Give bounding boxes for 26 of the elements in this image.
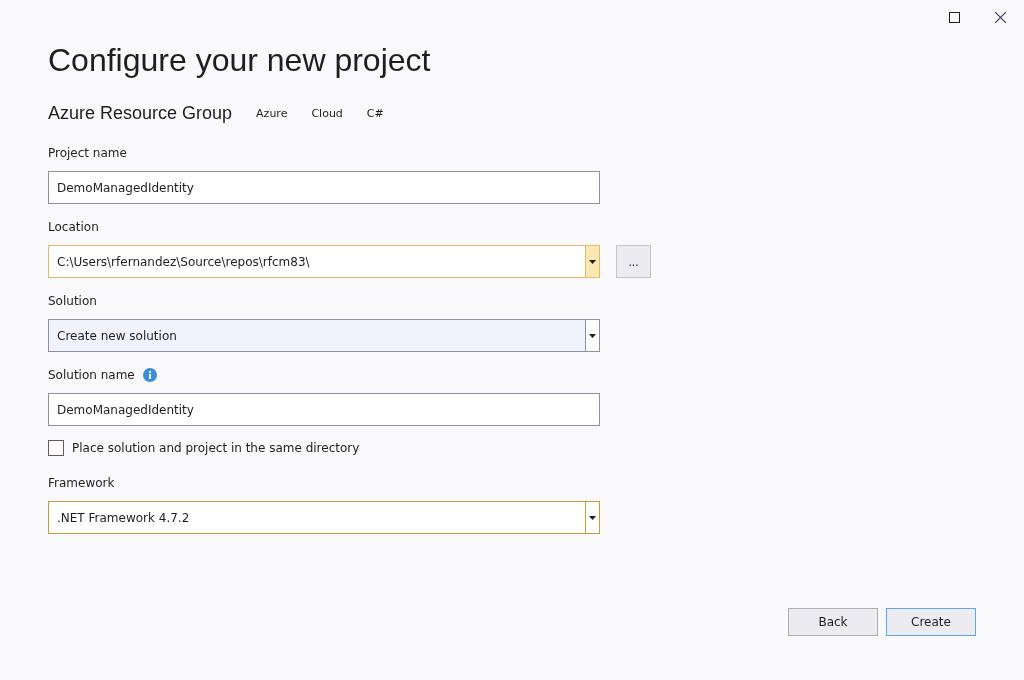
info-icon[interactable] bbox=[142, 368, 157, 382]
dropdown-field[interactable]: Create new solution bbox=[48, 319, 600, 352]
template-tag: Cloud bbox=[311, 107, 343, 120]
checkbox-label[interactable]: Place solution and project in the same directory bbox=[72, 441, 360, 455]
text-field[interactable]: DemoManagedIdentity bbox=[48, 171, 600, 204]
close-icon bbox=[994, 11, 1006, 23]
dialog-button[interactable]: Back bbox=[788, 608, 878, 636]
field-label: Project name bbox=[48, 146, 127, 160]
dropdown-field[interactable]: C:\Users\rfernandez\Source\repos\rfcm83\ bbox=[48, 245, 600, 278]
browse-button[interactable]: ... bbox=[616, 245, 651, 278]
maximize-icon bbox=[948, 11, 960, 23]
field-label: Solution name bbox=[48, 368, 135, 382]
dropdown-field[interactable]: .NET Framework 4.7.2 bbox=[48, 501, 600, 534]
caret-icon bbox=[589, 259, 596, 264]
field-label: Solution bbox=[48, 294, 97, 308]
caret-icon bbox=[589, 333, 596, 338]
template-name: Azure Resource Group bbox=[48, 103, 233, 124]
checkbox[interactable] bbox=[48, 440, 64, 456]
field-label: Framework bbox=[48, 476, 115, 490]
dialog-button[interactable]: Create bbox=[886, 608, 976, 636]
window-title: Configure your new project bbox=[48, 42, 432, 79]
template-tag: C# bbox=[366, 107, 384, 120]
template-tag: Azure bbox=[256, 107, 288, 120]
field-label: Location bbox=[48, 220, 99, 234]
text-field[interactable]: DemoManagedIdentity bbox=[48, 393, 600, 426]
caret-icon bbox=[589, 515, 596, 520]
